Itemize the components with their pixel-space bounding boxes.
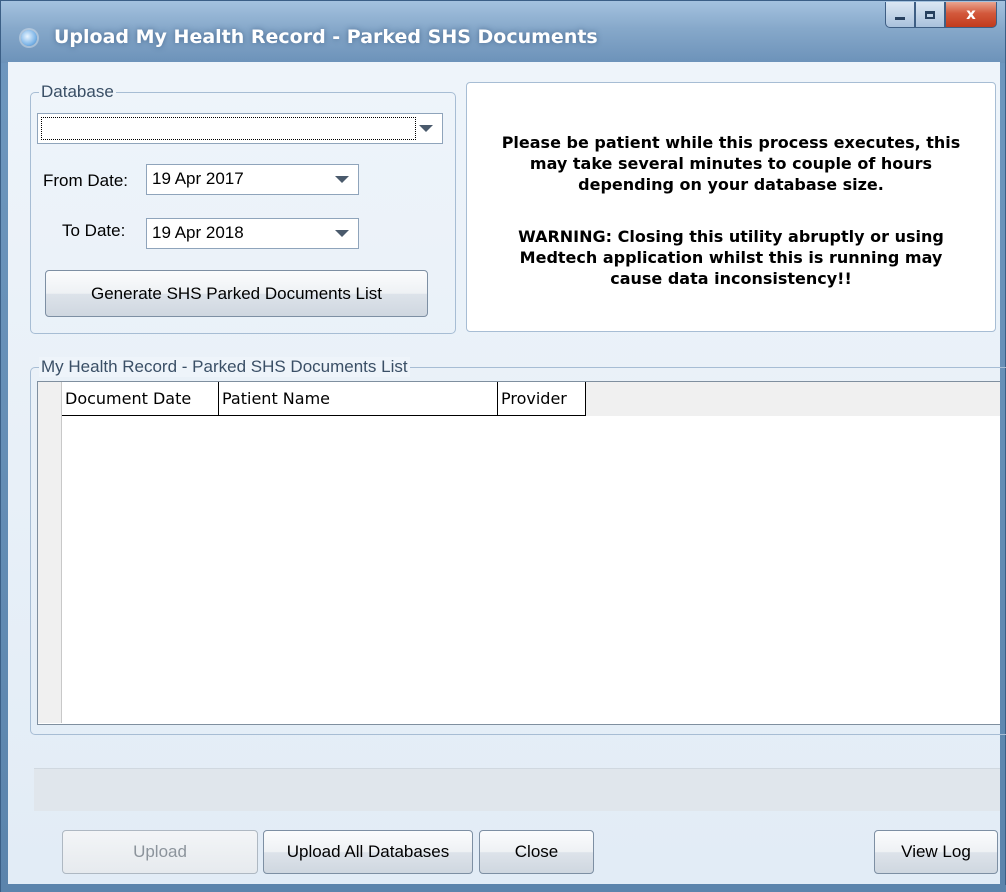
chevron-down-icon[interactable]	[335, 176, 349, 183]
documents-list-legend: My Health Record - Parked SHS Documents …	[39, 357, 410, 377]
upload-all-databases-button[interactable]: Upload All Databases	[263, 830, 473, 874]
grid-row-selector[interactable]	[38, 382, 62, 723]
column-header-provider[interactable]: Provider	[498, 382, 586, 416]
generate-list-button[interactable]: Generate SHS Parked Documents List	[45, 270, 428, 317]
minimize-button[interactable]	[885, 2, 915, 28]
database-group-legend: Database	[39, 82, 116, 102]
upload-button[interactable]: Upload	[62, 830, 258, 874]
info-panel: Please be patient while this process exe…	[466, 82, 996, 332]
warning-line-1: WARNING: Closing this utility abruptly o…	[518, 227, 944, 246]
to-date-label: To Date:	[62, 221, 126, 240]
view-log-button[interactable]: View Log	[874, 830, 998, 874]
status-bar	[34, 768, 1000, 811]
info-line-1: Please be patient while this process exe…	[501, 133, 961, 152]
chevron-down-icon[interactable]	[419, 125, 433, 132]
window-title: Upload My Health Record - Parked SHS Doc…	[54, 26, 598, 48]
close-window-button[interactable]: x	[945, 2, 997, 28]
to-date-value: 19 Apr 2018	[152, 223, 244, 242]
maximize-button[interactable]	[915, 2, 945, 28]
from-date-picker[interactable]: 19 Apr 2017	[146, 164, 359, 195]
window-frame-bottom	[1, 885, 1006, 892]
maximize-icon	[925, 10, 935, 19]
database-selected-value	[41, 117, 416, 140]
close-button[interactable]: Close	[479, 830, 594, 874]
to-date-picker[interactable]: 19 Apr 2018	[146, 218, 359, 249]
warning-line-3: cause data inconsistency!!	[610, 269, 852, 288]
column-header-patient-name[interactable]: Patient Name	[219, 382, 498, 416]
info-line-2: may take several minutes to couple of ho…	[529, 154, 933, 173]
from-date-label: From Date:	[43, 171, 129, 190]
close-icon: x	[966, 5, 976, 23]
database-dropdown[interactable]	[37, 113, 443, 144]
warning-line-2: Medtech application whilst this is runni…	[519, 248, 943, 267]
from-date-value: 19 Apr 2017	[152, 169, 244, 188]
minimize-icon	[895, 17, 905, 20]
title-bar[interactable]: Upload My Health Record - Parked SHS Doc…	[1, 1, 1005, 63]
info-line-3: depending on your database size.	[578, 175, 884, 194]
chevron-down-icon[interactable]	[335, 230, 349, 237]
documents-grid[interactable]: Document Date Patient Name Provider	[37, 381, 1000, 725]
caption-buttons: x	[885, 2, 997, 28]
column-header-document-date[interactable]: Document Date	[62, 382, 219, 416]
app-icon	[21, 30, 37, 46]
